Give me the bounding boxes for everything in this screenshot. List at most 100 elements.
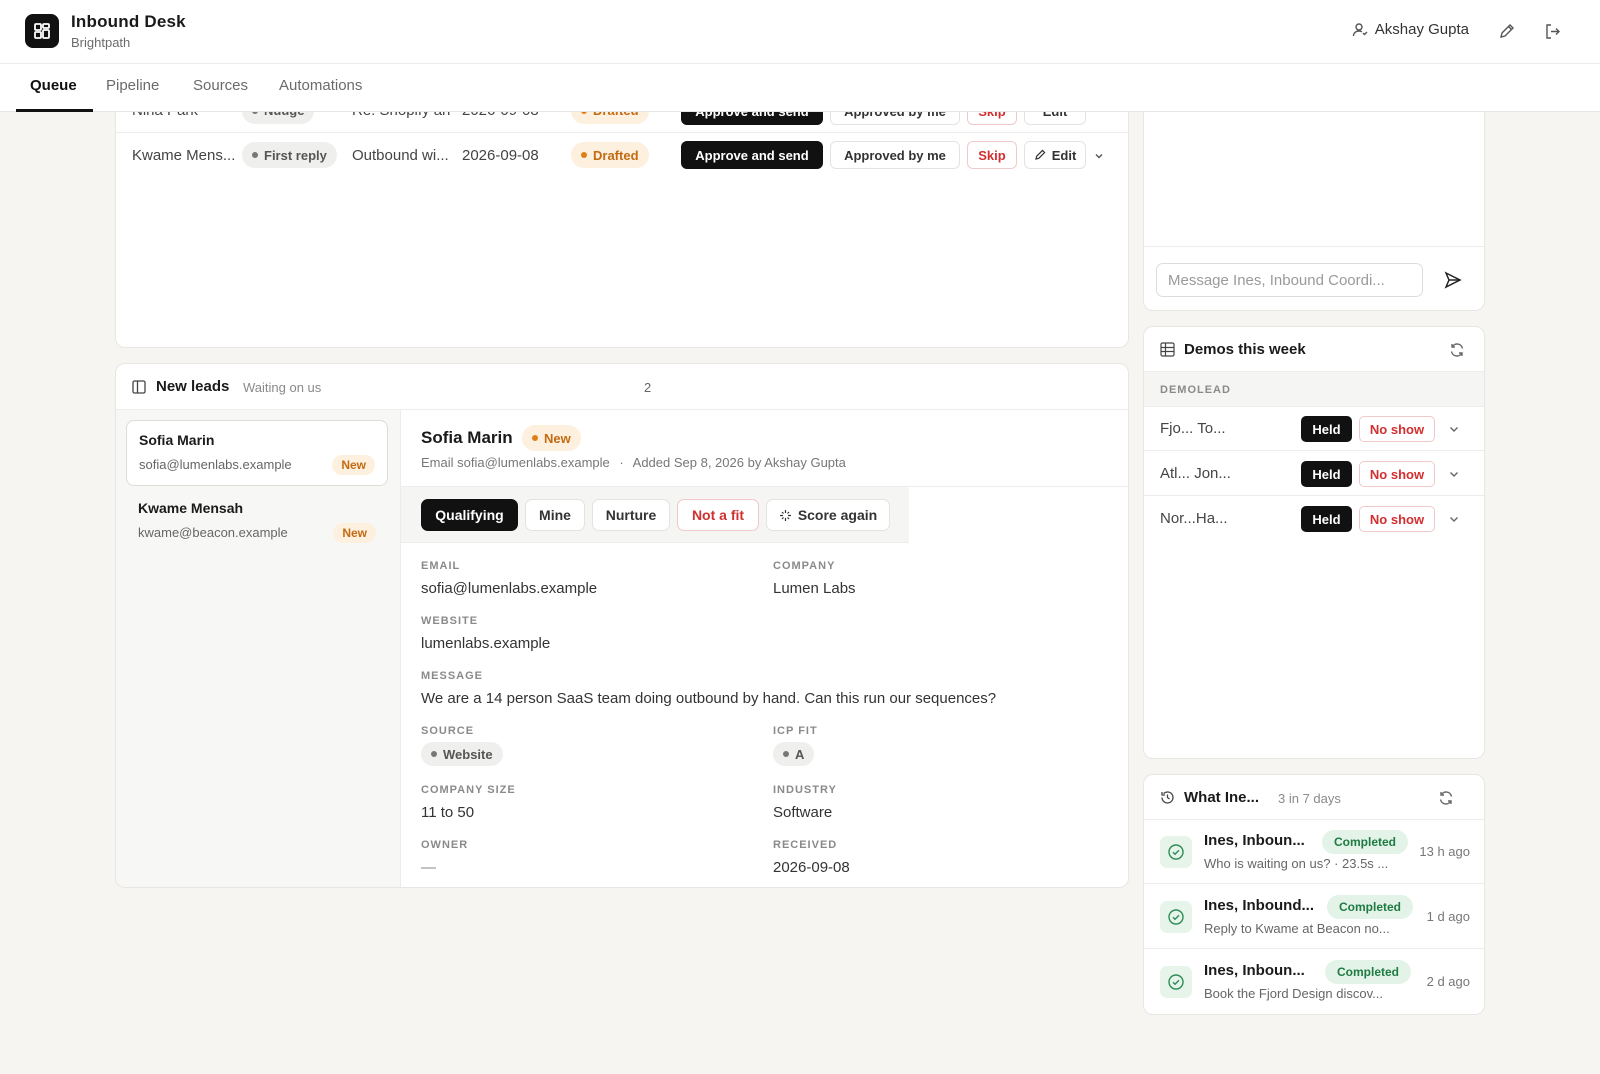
- activity-item-time: 1 d ago: [1426, 909, 1470, 924]
- tab-queue[interactable]: Queue: [30, 77, 77, 94]
- column-header-lead: LEAD: [1197, 384, 1231, 396]
- chevron-down-icon[interactable]: [1093, 149, 1105, 166]
- no-show-button[interactable]: No show: [1359, 416, 1435, 442]
- logout-icon[interactable]: [1542, 21, 1562, 41]
- table-row[interactable]: Kwame Mens... First reply Outbound wi...…: [116, 133, 1128, 177]
- user-icon: [1352, 22, 1368, 36]
- tab-sources[interactable]: Sources: [193, 77, 248, 94]
- activity-item[interactable]: Ines, Inbound... Completed Reply to Kwam…: [1144, 885, 1484, 949]
- table-row[interactable]: Atl... Jon... Held No show: [1144, 452, 1484, 496]
- qualifying-button[interactable]: Qualifying: [421, 499, 518, 531]
- industry-label: INDUSTRY: [773, 784, 837, 796]
- email-value: sofia@lumenlabs.example: [421, 580, 598, 597]
- user-menu[interactable]: Akshay Gupta: [1352, 21, 1469, 38]
- dot-icon: [252, 152, 258, 158]
- company-label: COMPANY: [773, 560, 836, 572]
- check-circle-icon: [1160, 901, 1192, 933]
- icp-fit-badge: A: [773, 742, 815, 766]
- company-size-value: 11 to 50: [421, 804, 475, 821]
- industry-value: Software: [773, 804, 833, 821]
- row-stage: First reply: [242, 142, 337, 168]
- tab-pipeline[interactable]: Pipeline: [106, 77, 159, 94]
- mine-button[interactable]: Mine: [525, 499, 585, 531]
- table-row[interactable]: Nor...Ha... Held No show: [1144, 497, 1484, 541]
- lead-detail-meta: Email sofia@lumenlabs.example · Added Se…: [421, 455, 846, 470]
- activity-item-subtitle: Who is waiting on us? · 23.5s ...: [1204, 856, 1389, 871]
- table-icon: [1160, 342, 1175, 357]
- lead-name: Kwame Mensah: [138, 500, 244, 516]
- activity-item[interactable]: Ines, Inboun... Completed Book the Fjord…: [1144, 950, 1484, 1014]
- icp-fit-label: ICP FIT: [773, 725, 818, 737]
- demo-name: Nor...Ha...: [1160, 510, 1228, 527]
- approve-send-button[interactable]: Approve and send: [681, 141, 823, 169]
- activity-item-subtitle: Reply to Kwame at Beacon no...: [1204, 921, 1390, 936]
- status-badge: New: [522, 425, 581, 451]
- leads-list: Sofia Marin sofia@lumenlabs.example New …: [116, 410, 401, 887]
- column-header-demo: DEMO: [1160, 384, 1197, 396]
- list-item[interactable]: Kwame Mensah kwame@beacon.example New: [126, 489, 388, 555]
- held-button[interactable]: Held: [1301, 506, 1352, 532]
- tab-automations[interactable]: Automations: [279, 77, 362, 94]
- received-label: RECEIVED: [773, 839, 838, 851]
- main-tabs: Queue Pipeline Sources Automations: [0, 64, 1600, 112]
- chevron-down-icon[interactable]: [1447, 467, 1461, 481]
- table-row[interactable]: Fjo... To... Held No show: [1144, 407, 1484, 451]
- company-value: Lumen Labs: [773, 580, 856, 597]
- demo-name: Fjo... To...: [1160, 420, 1226, 437]
- activity-item-title: Ines, Inboun...: [1204, 832, 1305, 849]
- app-title: Inbound Desk: [71, 12, 186, 31]
- status-badge: New: [332, 455, 375, 475]
- status-badge: Completed: [1327, 895, 1414, 919]
- source-badge: Website: [421, 742, 503, 766]
- no-show-button[interactable]: No show: [1359, 506, 1435, 532]
- activity-item-title: Ines, Inboun...: [1204, 962, 1305, 979]
- demos-card: Demos this week DEMO LEAD Fjo... To... H…: [1143, 326, 1485, 759]
- pencil-icon: [1034, 149, 1046, 160]
- demos-title: Demos this week: [1184, 341, 1306, 358]
- list-item[interactable]: Sofia Marin sofia@lumenlabs.example New: [126, 420, 388, 486]
- activity-item-title: Ines, Inbound...: [1204, 897, 1314, 914]
- activity-card: What Ine... 3 in 7 days Ines, Inboun... …: [1143, 774, 1485, 1015]
- new-leads-count: 2: [644, 380, 652, 395]
- source-label: SOURCE: [421, 725, 475, 737]
- check-circle-icon: [1160, 966, 1192, 998]
- app-logo-icon: [25, 14, 59, 48]
- refresh-icon[interactable]: [1449, 342, 1465, 363]
- activity-item-time: 13 h ago: [1419, 844, 1470, 859]
- dot-icon: [783, 751, 789, 757]
- send-icon[interactable]: [1443, 270, 1463, 295]
- divider: [1144, 246, 1484, 247]
- not-a-fit-button[interactable]: Not a fit: [677, 499, 759, 531]
- activity-item[interactable]: Ines, Inboun... Completed Who is waiting…: [1144, 820, 1484, 884]
- email-label: EMAIL: [421, 560, 461, 572]
- no-show-button[interactable]: No show: [1359, 461, 1435, 487]
- panel-icon: [132, 380, 146, 394]
- dot-icon: [532, 435, 538, 441]
- demos-table-header: DEMO LEAD: [1144, 371, 1484, 407]
- dot-icon: [581, 152, 587, 158]
- user-name: Akshay Gupta: [1374, 21, 1469, 38]
- active-tab-indicator: [16, 109, 93, 112]
- held-button[interactable]: Held: [1301, 461, 1352, 487]
- chevron-down-icon[interactable]: [1447, 512, 1461, 526]
- demo-name: Atl... Jon...: [1160, 465, 1231, 482]
- chat-input[interactable]: Message Ines, Inbound Coordi...: [1156, 263, 1423, 297]
- edit-icon[interactable]: [1496, 21, 1516, 41]
- activity-subtitle: 3 in 7 days: [1278, 791, 1341, 806]
- activity-item-time: 2 d ago: [1426, 974, 1470, 989]
- held-button[interactable]: Held: [1301, 416, 1352, 442]
- new-leads-header: New leads Waiting on us 2: [116, 364, 1128, 410]
- chat-input-placeholder: Message Ines, Inbound Coordi...: [1168, 272, 1385, 289]
- refresh-icon[interactable]: [1438, 790, 1454, 811]
- approved-by-me-button[interactable]: Approved by me: [830, 141, 960, 169]
- nurture-button[interactable]: Nurture: [592, 499, 670, 531]
- message-value: We are a 14 person SaaS team doing outbo…: [421, 690, 997, 707]
- owner-value: —: [421, 859, 436, 876]
- chevron-down-icon[interactable]: [1447, 422, 1461, 436]
- lead-actions-bar: Qualifying Mine Nurture Not a fit Score …: [401, 487, 909, 543]
- edit-button[interactable]: Edit: [1024, 141, 1086, 169]
- score-again-button[interactable]: Score again: [766, 499, 890, 531]
- workspace-name: Brightpath: [71, 35, 131, 50]
- new-leads-title: New leads: [156, 378, 230, 395]
- skip-button[interactable]: Skip: [967, 141, 1017, 169]
